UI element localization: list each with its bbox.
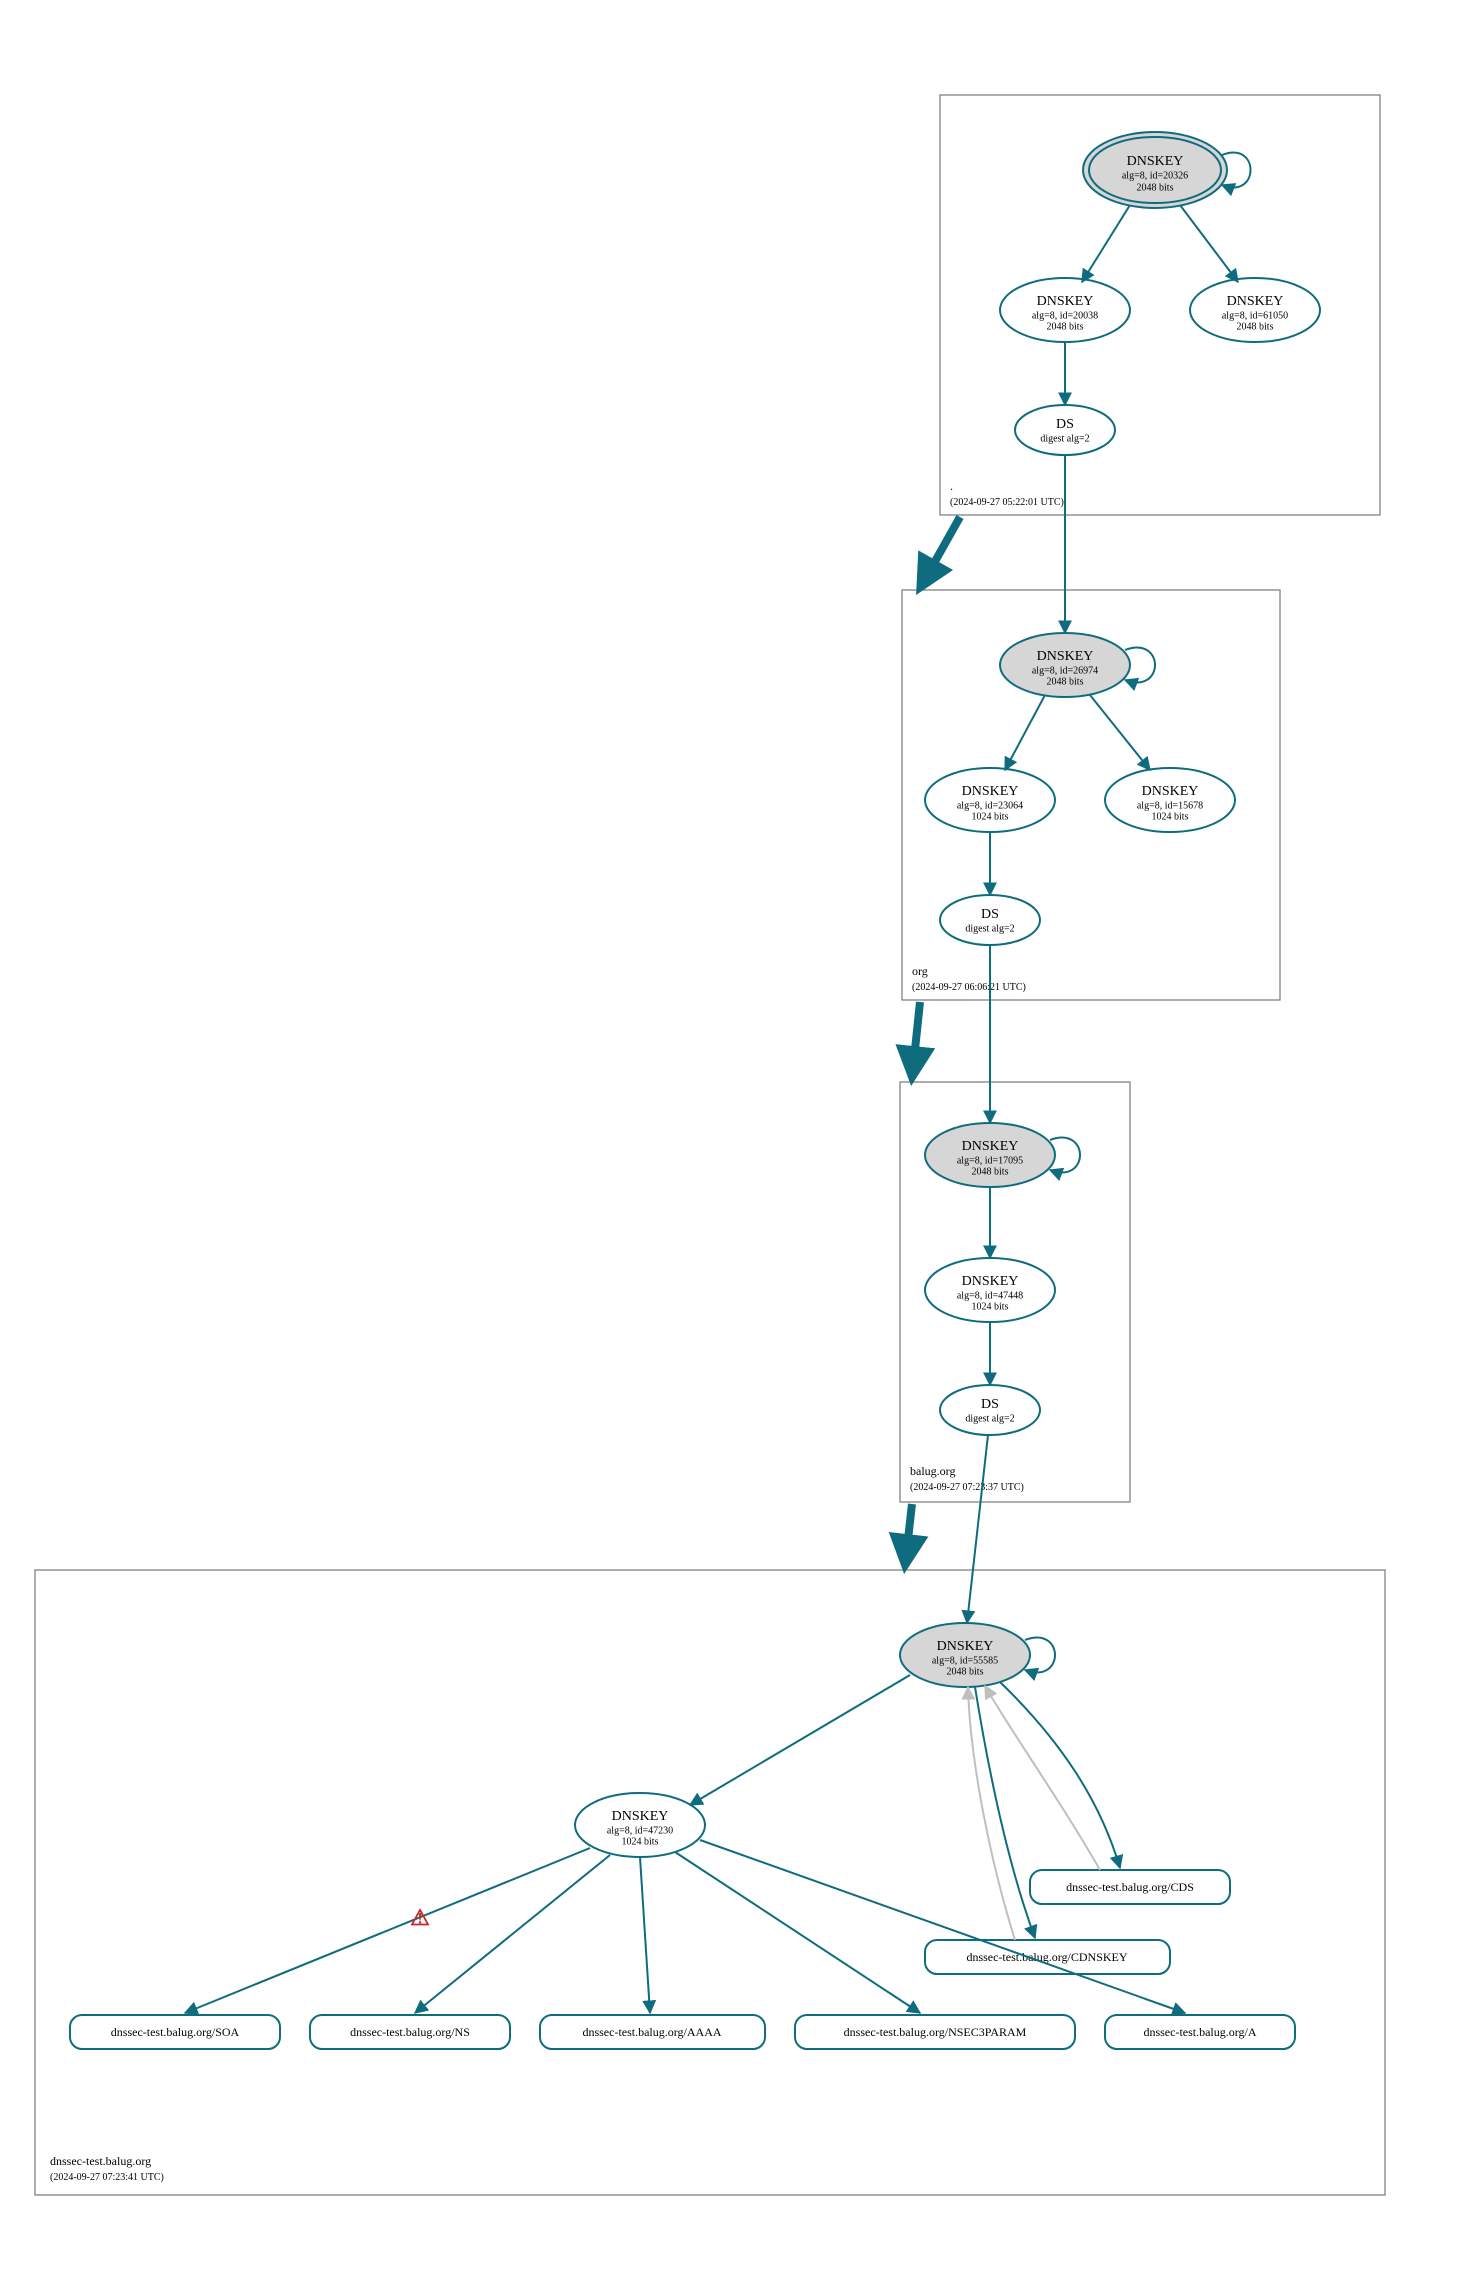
root-ksk-sub2: 2048 bits — [1137, 182, 1174, 193]
leaf-soa-label: dnssec-test.balug.org/SOA — [111, 2025, 240, 2039]
org-zsk2-sub2: 1024 bits — [1152, 811, 1189, 822]
balug-ds-title: DS — [981, 1397, 999, 1412]
edge-orgksk-zsk1 — [1005, 695, 1045, 770]
balug-zsk-node: DNSKEY alg=8, id=47448 1024 bits — [925, 1258, 1055, 1322]
root-zsk1-title: DNSKEY — [1037, 294, 1094, 309]
edge-balugds-testksk — [967, 1435, 988, 1623]
balug-ksk-node: DNSKEY alg=8, id=17095 2048 bits — [925, 1123, 1055, 1187]
leaf-ns-label: dnssec-test.balug.org/NS — [350, 2025, 470, 2039]
leaf-a-label: dnssec-test.balug.org/A — [1143, 2025, 1256, 2039]
org-ds-node: DS digest alg=2 — [940, 895, 1040, 945]
root-zsk2-sub2: 2048 bits — [1237, 321, 1274, 332]
balug-zsk-sub1: alg=8, id=47448 — [957, 1290, 1023, 1301]
root-zsk2-sub1: alg=8, id=61050 — [1222, 310, 1288, 321]
org-ksk-node: DNSKEY alg=8, id=26974 2048 bits — [1000, 633, 1130, 697]
org-ksk-sub2: 2048 bits — [1047, 676, 1084, 687]
root-zsk2-node: DNSKEY alg=8, id=61050 2048 bits — [1190, 278, 1320, 342]
org-ds-sub1: digest alg=2 — [965, 923, 1014, 934]
zone-balug-time: (2024-09-27 07:23:37 UTC) — [910, 1482, 1024, 1493]
org-ksk-sub1: alg=8, id=26974 — [1032, 665, 1098, 676]
leaf-ns: dnssec-test.balug.org/NS — [310, 2015, 510, 2049]
zone-root-time: (2024-09-27 05:22:01 UTC) — [950, 497, 1064, 508]
edge-testzsk-soa — [185, 1848, 590, 2013]
test-ksk-sub1: alg=8, id=55585 — [932, 1655, 998, 1666]
test-zsk-node: DNSKEY alg=8, id=47230 1024 bits — [575, 1793, 705, 1857]
org-zsk1-node: DNSKEY alg=8, id=23064 1024 bits — [925, 768, 1055, 832]
edge-testzsk-nsec — [675, 1852, 920, 2013]
org-zsk1-sub2: 1024 bits — [972, 811, 1009, 822]
balug-ksk-sub2: 2048 bits — [972, 1166, 1009, 1177]
leaf-cds: dnssec-test.balug.org/CDS — [1030, 1870, 1230, 1904]
test-ksk-node: DNSKEY alg=8, id=55585 2048 bits — [900, 1623, 1030, 1687]
leaf-soa: dnssec-test.balug.org/SOA — [70, 2015, 280, 2049]
balug-ksk-title: DNSKEY — [962, 1139, 1019, 1154]
balug-ksk-sub1: alg=8, id=17095 — [957, 1155, 1023, 1166]
edge-rootksk-zsk1 — [1082, 205, 1130, 282]
warning-icon: ⚠ — [410, 1905, 430, 1930]
leaf-cdnskey-label: dnssec-test.balug.org/CDNSKEY — [966, 1950, 1127, 1964]
zone-test-time: (2024-09-27 07:23:41 UTC) — [50, 2172, 164, 2183]
org-zsk2-sub1: alg=8, id=15678 — [1137, 800, 1203, 811]
org-ksk-title: DNSKEY — [1037, 649, 1094, 664]
org-ds-title: DS — [981, 907, 999, 922]
root-zsk2-title: DNSKEY — [1227, 294, 1284, 309]
zone-root-name: . — [950, 479, 953, 493]
zone-org-name: org — [912, 964, 928, 978]
org-zsk1-title: DNSKEY — [962, 784, 1019, 799]
zone-test-name: dnssec-test.balug.org — [50, 2154, 151, 2168]
edge-testksk-cds — [1000, 1682, 1120, 1868]
root-zsk1-sub1: alg=8, id=20038 — [1032, 310, 1098, 321]
edge-rootksk-zsk2 — [1180, 205, 1238, 282]
test-ksk-sub2: 2048 bits — [947, 1666, 984, 1677]
root-ds-node: DS digest alg=2 — [1015, 405, 1115, 455]
zone-org-time: (2024-09-27 06:06:21 UTC) — [912, 982, 1026, 993]
edge-cds-testksk — [985, 1686, 1100, 1870]
zone-balug-name: balug.org — [910, 1464, 955, 1478]
edge-testzsk-aaaa — [640, 1857, 650, 2013]
leaf-a: dnssec-test.balug.org/A — [1105, 2015, 1295, 2049]
edge-testksk-zsk — [690, 1675, 910, 1805]
test-zsk-sub1: alg=8, id=47230 — [607, 1825, 673, 1836]
root-ds-title: DS — [1056, 417, 1074, 432]
zone-connector-balug-test — [905, 1504, 912, 1566]
zone-connector-org-balug — [912, 1002, 920, 1078]
org-zsk2-node: DNSKEY alg=8, id=15678 1024 bits — [1105, 768, 1235, 832]
org-zsk1-sub1: alg=8, id=23064 — [957, 800, 1023, 811]
root-ds-sub1: digest alg=2 — [1040, 433, 1089, 444]
org-zsk2-title: DNSKEY — [1142, 784, 1199, 799]
balug-zsk-sub2: 1024 bits — [972, 1301, 1009, 1312]
test-zsk-title: DNSKEY — [612, 1809, 669, 1824]
leaf-nsec-label: dnssec-test.balug.org/NSEC3PARAM — [844, 2025, 1027, 2039]
test-zsk-sub2: 1024 bits — [622, 1836, 659, 1847]
root-ksk-title: DNSKEY — [1127, 154, 1184, 169]
edge-testzsk-a — [700, 1840, 1185, 2013]
leaf-aaaa: dnssec-test.balug.org/AAAA — [540, 2015, 765, 2049]
leaf-cdnskey: dnssec-test.balug.org/CDNSKEY — [925, 1940, 1170, 1974]
edge-orgksk-zsk2 — [1090, 695, 1150, 770]
balug-zsk-title: DNSKEY — [962, 1274, 1019, 1289]
leaf-aaaa-label: dnssec-test.balug.org/AAAA — [582, 2025, 721, 2039]
root-ksk-node: DNSKEY alg=8, id=20326 2048 bits — [1083, 132, 1227, 208]
root-ksk-sub1: alg=8, id=20326 — [1122, 170, 1188, 181]
root-zsk1-sub2: 2048 bits — [1047, 321, 1084, 332]
zone-connector-root-org — [920, 517, 960, 588]
leaf-nsec: dnssec-test.balug.org/NSEC3PARAM — [795, 2015, 1075, 2049]
root-zsk1-node: DNSKEY alg=8, id=20038 2048 bits — [1000, 278, 1130, 342]
balug-ds-sub1: digest alg=2 — [965, 1413, 1014, 1424]
test-ksk-title: DNSKEY — [937, 1639, 994, 1654]
balug-ds-node: DS digest alg=2 — [940, 1385, 1040, 1435]
leaf-cds-label: dnssec-test.balug.org/CDS — [1066, 1880, 1194, 1894]
